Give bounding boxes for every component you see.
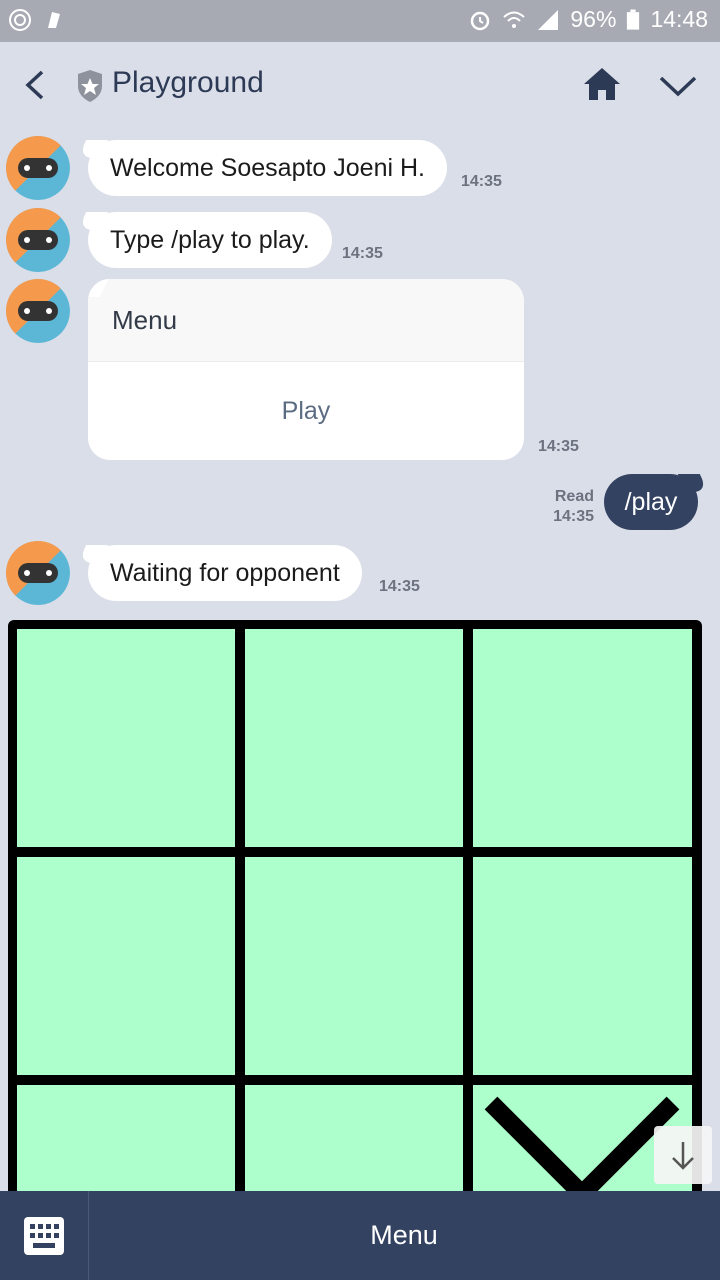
battery-icon [627, 9, 640, 30]
game-notification-icon [48, 12, 60, 28]
alarm-icon [471, 11, 490, 30]
signal-icon [538, 9, 559, 30]
board-cell[interactable] [245, 629, 463, 847]
clock: 14:48 [650, 6, 708, 32]
board-cell[interactable] [473, 857, 692, 1075]
tic-tac-toe-board [8, 620, 702, 1240]
bot-avatar[interactable] [6, 208, 70, 272]
bot-avatar[interactable] [6, 279, 70, 343]
message-bubble: Waiting for opponent [88, 545, 362, 601]
board-cell[interactable] [245, 857, 463, 1075]
menu-card-title: Menu [88, 279, 524, 362]
bot-avatar[interactable] [6, 541, 70, 605]
message-time: 14:35 [461, 173, 502, 190]
message-text: Type /play to play. [110, 226, 310, 254]
bottom-menu-button[interactable]: Menu [88, 1191, 720, 1280]
status-bar: 96% 14:48 [0, 0, 720, 42]
outgoing-message-text: /play [624, 488, 678, 516]
read-label: Read [554, 488, 594, 505]
board-cell[interactable] [17, 629, 235, 847]
message-text: Waiting for opponent [110, 559, 340, 587]
message-bubble: Welcome Soesapto Joeni H. [88, 140, 447, 196]
message-time: 14:35 [379, 578, 420, 595]
message-time: 14:35 [553, 508, 594, 525]
bottom-bar: Menu [0, 1191, 720, 1280]
chevron-down-icon[interactable] [658, 74, 698, 98]
menu-card: Menu Play [88, 279, 524, 460]
notification-icon [9, 9, 31, 31]
outgoing-message-bubble: /play [604, 474, 698, 530]
read-receipt: Read 14:35 [540, 487, 594, 527]
play-button[interactable]: Play [88, 362, 524, 460]
message-time: 14:35 [342, 245, 383, 262]
message-bubble: Type /play to play. [88, 212, 332, 268]
keyboard-button[interactable] [0, 1191, 89, 1280]
board-cell[interactable] [473, 629, 692, 847]
back-arrow-icon[interactable] [22, 68, 50, 102]
home-icon[interactable] [582, 66, 622, 102]
chat-header: Playground [0, 42, 720, 126]
official-shield-icon [78, 70, 102, 102]
battery-percent: 96% [570, 6, 617, 32]
arrow-down-icon [672, 1142, 694, 1170]
bot-avatar[interactable] [6, 136, 70, 200]
message-text: Welcome Soesapto Joeni H. [110, 154, 425, 182]
keyboard-icon [24, 1217, 64, 1255]
board-cell[interactable] [17, 857, 235, 1075]
wifi-icon [503, 11, 526, 28]
chat-title: Playground [112, 66, 264, 99]
scroll-to-bottom-button[interactable] [654, 1126, 712, 1184]
message-time: 14:35 [538, 438, 579, 455]
